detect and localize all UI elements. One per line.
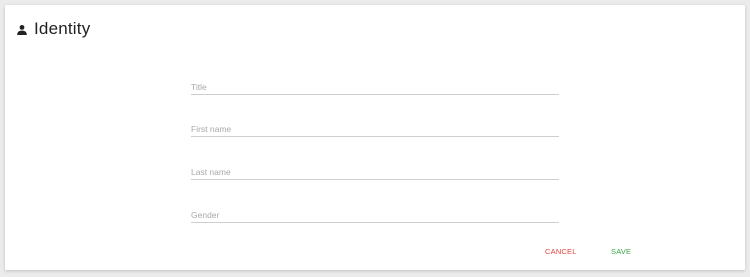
save-button[interactable]: SAVE [611, 247, 631, 256]
card-header: Identity [16, 19, 90, 39]
cancel-button[interactable]: CANCEL [545, 247, 577, 256]
first-name-field [191, 122, 559, 137]
title-input[interactable] [191, 80, 559, 94]
last-name-field [191, 165, 559, 180]
title-field [191, 80, 559, 95]
gender-field [191, 208, 559, 223]
card-title: Identity [34, 19, 91, 38]
last-name-input[interactable] [191, 165, 559, 179]
gender-input[interactable] [191, 208, 559, 222]
first-name-input[interactable] [191, 122, 559, 136]
person-icon [16, 23, 28, 35]
identity-card: Identity CANCEL SAVE [5, 5, 745, 270]
